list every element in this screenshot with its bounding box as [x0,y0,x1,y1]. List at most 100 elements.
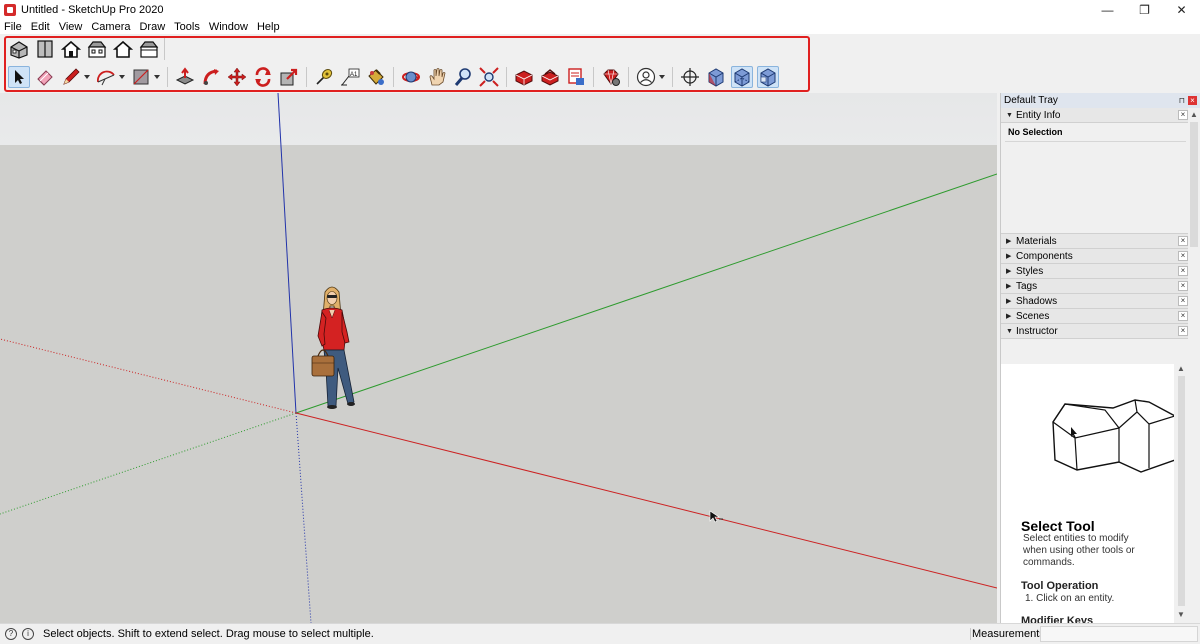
tape-measure-icon[interactable] [313,66,335,88]
tray-close-button[interactable]: × [1188,96,1197,105]
panel-close-icon[interactable]: × [1178,311,1188,321]
text-icon[interactable]: A1 [339,66,361,88]
panel-close-icon[interactable]: × [1178,281,1188,291]
scroll-up-icon[interactable]: ▲ [1177,364,1185,373]
pencil-icon[interactable] [60,66,82,88]
restore-button[interactable]: ❐ [1126,0,1163,19]
select-icon[interactable] [8,66,30,88]
arc-dropdown[interactable] [118,66,126,88]
scrollbar-thumb[interactable] [1190,122,1198,247]
pan-icon[interactable] [426,66,448,88]
toolbar-divider [506,67,507,87]
menu-tools[interactable]: Tools [174,21,200,33]
top-view-icon[interactable] [34,38,56,60]
rectangle-icon[interactable] [130,66,152,88]
sketchup-logo-icon [4,3,16,16]
green-axis-negative [0,412,297,515]
modifier-keys-heading: Modifier Keys [1021,615,1094,623]
wireframe-icon[interactable] [757,66,779,88]
close-button[interactable]: ✕ [1163,0,1200,19]
panel-instructor[interactable]: ▼ Instructor × [1001,324,1188,339]
instructor-body: Select Tool Select entities to modify wh… [1001,364,1174,623]
x-ray-icon[interactable] [705,66,727,88]
menu-help[interactable]: Help [257,21,280,33]
info-icon[interactable]: i [22,628,34,640]
position-camera-icon[interactable] [679,66,701,88]
panel-materials[interactable]: ▶ Materials × [1001,234,1188,249]
entity-info-body: No Selection [1001,123,1188,234]
arc-icon[interactable] [95,66,117,88]
panel-label: Materials [1016,235,1057,247]
pin-icon[interactable]: ⊓ [1179,96,1185,105]
scale-icon[interactable] [278,66,300,88]
collapsed-arrow-icon: ▶ [1006,313,1012,320]
panel-close-icon[interactable]: × [1178,326,1188,336]
measurements-label: Measurements [970,628,1045,640]
panel-close-icon[interactable]: × [1178,236,1188,246]
panel-close-icon[interactable]: × [1178,110,1188,120]
measurements-input[interactable] [1040,626,1198,642]
menu-camera[interactable]: Camera [91,21,130,33]
menu-bar: File Edit View Camera Draw Tools Window … [0,19,1200,34]
3d-warehouse-icon[interactable] [513,66,535,88]
rotate-icon[interactable] [252,66,274,88]
toolbar-divider [306,67,307,87]
geo-location-icon[interactable]: ? [5,628,17,640]
account-dropdown[interactable] [658,66,666,88]
extension-warehouse-icon[interactable] [539,66,561,88]
paint-bucket-icon[interactable] [365,66,387,88]
menu-edit[interactable]: Edit [31,21,50,33]
panel-components[interactable]: ▶ Components × [1001,249,1188,264]
menu-window[interactable]: Window [209,21,248,33]
panel-tags[interactable]: ▶ Tags × [1001,279,1188,294]
panel-close-icon[interactable]: × [1178,296,1188,306]
panel-styles[interactable]: ▶ Styles × [1001,264,1188,279]
iso-view-icon[interactable] [8,38,30,60]
window-controls: — ❐ ✕ [1089,0,1200,19]
zoom-extents-icon[interactable] [478,66,500,88]
minimize-button[interactable]: — [1089,0,1126,19]
entity-info-scrollbar[interactable]: ▲ [1188,110,1200,260]
collapsed-arrow-icon: ▶ [1006,298,1012,305]
collapsed-arrow-icon: ▶ [1006,238,1012,245]
move-icon[interactable] [226,66,248,88]
red-axis-negative [0,338,297,414]
account-icon[interactable] [635,66,657,88]
panel-close-icon[interactable]: × [1178,251,1188,261]
panel-shadows[interactable]: ▶ Shadows × [1001,294,1188,309]
scroll-up-icon[interactable]: ▲ [1190,110,1198,119]
left-view-icon[interactable] [138,38,160,60]
panel-close-icon[interactable]: × [1178,266,1188,276]
menu-file[interactable]: File [4,21,22,33]
right-view-icon[interactable] [86,38,108,60]
panel-label: Styles [1016,265,1044,277]
back-edges-icon[interactable] [731,66,753,88]
zoom-icon[interactable] [452,66,474,88]
extension-manager-icon[interactable] [600,66,622,88]
eraser-icon[interactable] [34,66,56,88]
front-view-icon[interactable] [60,38,82,60]
follow-me-icon[interactable] [200,66,222,88]
mouse-cursor [709,510,723,523]
collapsed-arrow-icon: ▶ [1006,283,1012,290]
rectangle-dropdown[interactable] [153,66,161,88]
drawing-viewport[interactable] [0,93,997,623]
pencil-dropdown[interactable] [83,66,91,88]
push-pull-icon[interactable] [174,66,196,88]
back-view-icon[interactable] [112,38,134,60]
panel-scenes[interactable]: ▶ Scenes × [1001,309,1188,324]
layout-icon[interactable] [565,66,587,88]
scrollbar-thumb[interactable] [1178,376,1185,606]
toolbar-divider [593,67,594,87]
panel-label: Entity Info [1016,109,1061,121]
menu-view[interactable]: View [59,21,83,33]
menu-draw[interactable]: Draw [139,21,165,33]
instructor-scrollbar[interactable]: ▲ ▼ [1175,364,1188,623]
scroll-down-icon[interactable]: ▼ [1177,610,1185,619]
window-title: Untitled - SketchUp Pro 2020 [21,3,164,16]
panel-entity-info[interactable]: ▼ Entity Info × [1001,108,1188,123]
views-toolbar-divider [164,38,165,60]
orbit-icon[interactable] [400,66,422,88]
blue-axis-positive [277,93,297,414]
collapsed-arrow-icon: ▶ [1006,253,1012,260]
